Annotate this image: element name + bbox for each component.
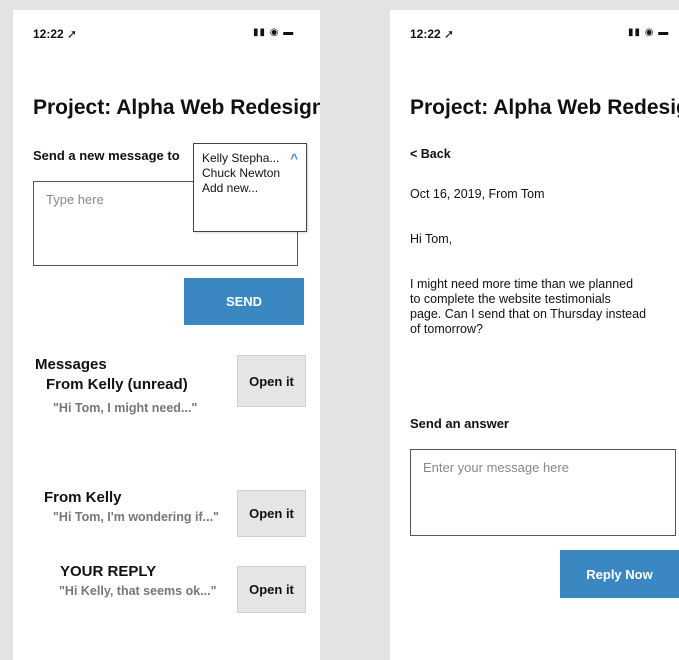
message-body-line: to complete the website testimonials [410,292,611,306]
message-detail-screen: 12:22 ➚ ▮▮ ◉ ▬ Project: Alpha Web Redesi… [390,10,679,660]
message-greeting: Hi Tom, [410,232,453,246]
reply-now-button[interactable]: Reply Now [560,550,679,598]
answer-placeholder: Enter your message here [423,460,569,475]
message-body-line: I might need more time than we planned [410,277,634,291]
dropdown-option-kelly[interactable]: Kelly Stepha... [202,151,298,166]
page-title: Project: Alpha Web Redesign [410,96,679,119]
dropdown-option-chuck[interactable]: Chuck Newton [202,166,298,181]
message-preview: "Hi Tom, I might need..." [53,401,198,415]
back-link[interactable]: < Back [410,147,451,161]
message-placeholder: Type here [46,192,104,207]
chevron-up-icon[interactable]: ^ [290,151,298,166]
message-preview: "Hi Kelly, that seems ok..." [59,584,217,598]
recipient-dropdown[interactable]: ^ Kelly Stepha... Chuck Newton Add new..… [193,143,307,232]
compose-label: Send a new message to [33,148,180,163]
dropdown-option-add-new[interactable]: Add new... [202,181,298,196]
status-icons: ▮▮ ◉ ▬ [628,27,670,38]
answer-label: Send an answer [410,416,509,431]
send-button[interactable]: SEND [184,278,304,325]
open-message-button[interactable]: Open it [237,355,306,407]
message-sender: YOUR REPLY [60,563,157,580]
message-sender: From Kelly [44,489,122,506]
open-message-button[interactable]: Open it [237,490,306,537]
message-preview: "Hi Tom, I'm wondering if..." [53,510,219,524]
status-time: 12:22 ➚ [410,27,455,41]
message-body: I might need more time than we planned t… [410,277,646,337]
page-title: Project: Alpha Web Redesign [33,96,320,119]
open-message-button[interactable]: Open it [237,566,306,613]
inbox-screen: 12:22 ➚ ▮▮ ◉ ▬ Project: Alpha Web Redesi… [13,10,320,660]
message-body-line: page. Can I send that on Thursday instea… [410,307,647,321]
status-time: 12:22 ➚ [33,27,78,41]
messages-heading: Messages [35,356,107,373]
message-body-line: of tomorrow? [410,322,483,336]
message-meta: Oct 16, 2019, From Tom [410,187,545,201]
answer-input[interactable]: Enter your message here [410,449,676,536]
status-icons: ▮▮ ◉ ▬ [253,27,295,38]
message-sender: From Kelly (unread) [46,376,188,393]
